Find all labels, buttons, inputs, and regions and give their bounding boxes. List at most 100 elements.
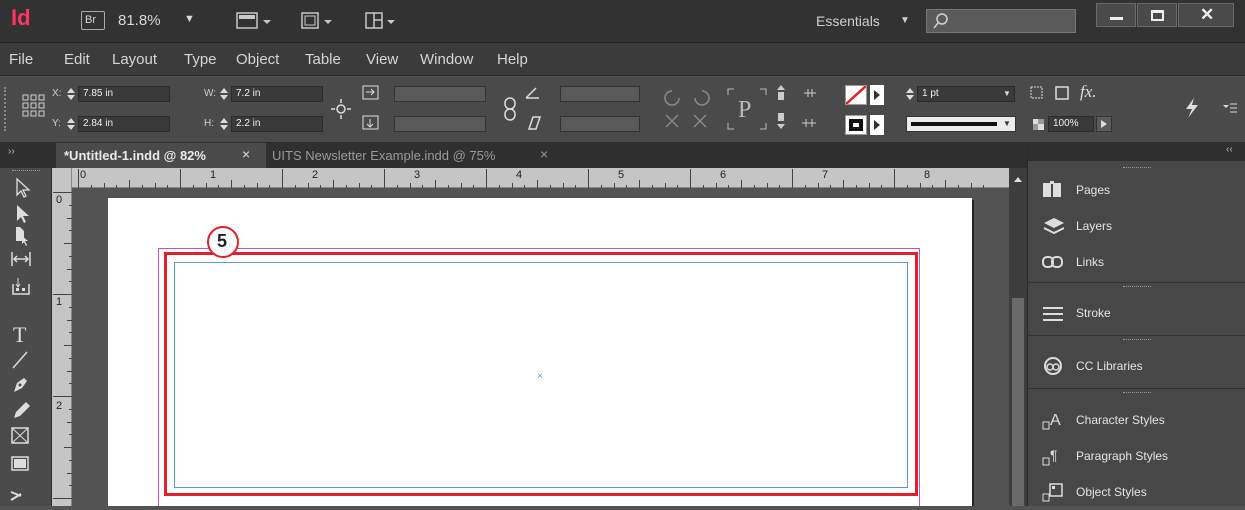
horizontal-ruler[interactable]: 0 1 2 3 4 5 6 7 8 xyxy=(52,168,1009,188)
w-field[interactable]: 7.2 in xyxy=(231,86,323,102)
menu-file[interactable]: File xyxy=(9,51,33,68)
close-tab-icon[interactable]: × xyxy=(540,146,548,162)
collapse-dock-icon[interactable]: ‹‹ xyxy=(1226,144,1233,155)
opacity-field[interactable]: 100% xyxy=(1048,116,1094,132)
panel-label: Object Styles xyxy=(1076,485,1147,499)
constrain-proportions-icon[interactable] xyxy=(330,98,352,120)
menu-table[interactable]: Table xyxy=(305,51,341,68)
h-field[interactable]: 2.2 in xyxy=(231,116,323,132)
ruler-label: 4 xyxy=(516,169,523,181)
ruler-tick xyxy=(53,498,72,499)
menu-object[interactable]: Object xyxy=(236,51,279,68)
quick-apply-icon[interactable] xyxy=(1182,97,1200,119)
shear-dropdown[interactable] xyxy=(560,116,640,132)
content-collector-tool-icon[interactable] xyxy=(8,274,34,298)
pages-icon xyxy=(1043,181,1061,197)
vertical-scrollbar[interactable] xyxy=(1009,168,1027,506)
close-button[interactable]: ✕ xyxy=(1178,3,1234,27)
ruler-label: 8 xyxy=(924,169,931,181)
zoom-dropdown[interactable]: 81.8% ▼ xyxy=(118,9,208,33)
y-stepper-icon[interactable] xyxy=(66,117,76,131)
ruler-label: 1 xyxy=(56,296,63,308)
x-field[interactable]: 7.85 in xyxy=(78,86,170,102)
w-stepper-icon[interactable] xyxy=(219,87,229,101)
maximize-button[interactable] xyxy=(1137,3,1177,27)
type-tool-icon[interactable]: T xyxy=(8,322,34,346)
rectangle-frame-tool-icon[interactable] xyxy=(8,424,34,448)
stroke-type-dropdown[interactable]: ▼ xyxy=(906,116,1016,132)
play-icon xyxy=(874,120,880,130)
panel-label: Character Styles xyxy=(1076,413,1165,427)
pasteboard[interactable]: × 5 xyxy=(72,188,1009,506)
ruler-label: 1 xyxy=(210,169,217,181)
direct-selection-tool-icon[interactable] xyxy=(8,202,34,226)
scroll-up-icon[interactable] xyxy=(1009,172,1027,186)
select-container-icon[interactable]: P xyxy=(726,85,768,133)
ruler-tick xyxy=(537,180,538,188)
y-field[interactable]: 2.84 in xyxy=(78,116,170,132)
x-stepper-icon[interactable] xyxy=(66,87,76,101)
search-field[interactable] xyxy=(926,9,1076,33)
close-tab-icon[interactable]: × xyxy=(242,146,250,162)
stroke-weight-stepper-icon[interactable] xyxy=(905,87,915,101)
vertical-ruler[interactable]: 0 1 2 xyxy=(52,168,72,506)
scroll-thumb[interactable] xyxy=(1012,298,1024,506)
panel-cc-libraries[interactable]: CC Libraries xyxy=(1028,348,1245,384)
expand-toolbox-icon[interactable]: ›› xyxy=(8,146,15,157)
effects-button[interactable]: fx. xyxy=(1080,82,1097,102)
chain-link-icon[interactable] xyxy=(502,95,518,125)
rotation-dropdown[interactable] xyxy=(560,86,640,102)
menu-view[interactable]: View xyxy=(366,51,398,68)
pencil-tool-icon[interactable] xyxy=(8,398,34,422)
bridge-button[interactable]: Br xyxy=(81,11,105,30)
menu-edit[interactable]: Edit xyxy=(64,51,90,68)
menu-type[interactable]: Type xyxy=(184,51,217,68)
fill-menu-button[interactable] xyxy=(870,85,884,105)
page-tool-icon[interactable] xyxy=(8,224,34,248)
opacity-menu-button[interactable] xyxy=(1096,116,1112,132)
panel-object-styles[interactable]: Object Styles xyxy=(1028,474,1245,510)
panel-paragraph-styles[interactable]: ¶ Paragraph Styles xyxy=(1028,438,1245,474)
panel-links[interactable]: Links xyxy=(1028,244,1245,280)
view-options-icon xyxy=(236,12,271,29)
minimize-button[interactable] xyxy=(1096,3,1136,27)
panel-label: Pages xyxy=(1076,183,1111,197)
selection-tool-icon[interactable] xyxy=(8,176,34,200)
stroke-weight-field[interactable]: 1 pt ▼ xyxy=(917,86,1015,102)
gap-tool-icon[interactable] xyxy=(8,248,34,272)
close-icon: ✕ xyxy=(1200,5,1215,24)
menu-window[interactable]: Window xyxy=(420,51,473,68)
menu-layout[interactable]: Layout xyxy=(112,51,157,68)
h-label: H: xyxy=(204,118,214,129)
scale-y-dropdown[interactable] xyxy=(394,116,486,132)
selected-text-frame[interactable]: × xyxy=(174,262,908,488)
play-icon xyxy=(874,90,880,100)
select-content-icons[interactable] xyxy=(772,83,828,135)
tab-uits-newsletter[interactable]: UITS Newsletter Example.indd @ 75% × xyxy=(266,143,566,168)
panel-character-styles[interactable]: A Character Styles xyxy=(1028,402,1245,438)
page[interactable]: × 5 xyxy=(108,198,972,506)
panel-pages[interactable]: Pages xyxy=(1028,172,1245,208)
stroke-swatch[interactable] xyxy=(845,115,867,135)
rectangle-tool-icon[interactable] xyxy=(8,452,34,476)
panel-stroke[interactable]: Stroke xyxy=(1028,295,1245,331)
fill-swatch[interactable] xyxy=(845,85,867,105)
pen-tool-icon[interactable] xyxy=(8,372,34,396)
scissors-tool-icon[interactable] xyxy=(8,482,34,506)
menu-help[interactable]: Help xyxy=(497,51,528,68)
scale-x-dropdown[interactable] xyxy=(394,86,486,102)
panel-menu-icon[interactable] xyxy=(1222,101,1238,115)
tab-untitled[interactable]: *Untitled-1.indd @ 82% × xyxy=(56,143,266,168)
reference-point-icon[interactable] xyxy=(22,91,46,127)
h-stepper-icon[interactable] xyxy=(219,117,229,131)
workspace-switcher[interactable]: Essentials ▼ xyxy=(812,9,912,33)
arrange-documents-button[interactable] xyxy=(364,10,404,32)
rotate-flip-icons[interactable] xyxy=(662,81,722,137)
screen-mode-button[interactable] xyxy=(300,10,340,32)
stroke-menu-button[interactable] xyxy=(870,115,884,135)
frame-icon[interactable] xyxy=(1055,86,1071,102)
drop-shadow-icon[interactable] xyxy=(1030,86,1046,102)
panel-layers[interactable]: Layers xyxy=(1028,208,1245,244)
view-options-button[interactable] xyxy=(236,10,276,32)
line-tool-icon[interactable] xyxy=(8,348,34,372)
